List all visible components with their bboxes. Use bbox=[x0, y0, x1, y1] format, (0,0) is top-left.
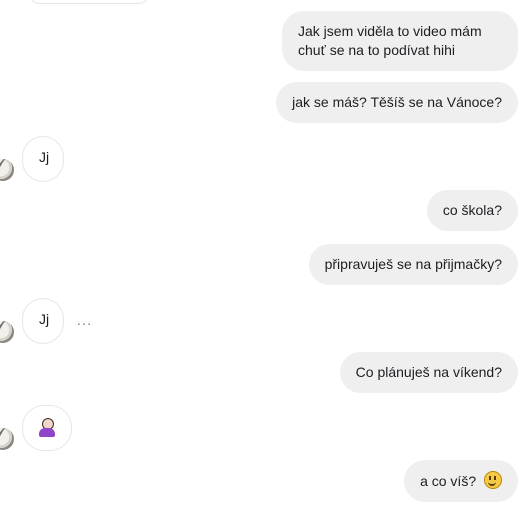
message-incoming[interactable]: Jj bbox=[22, 298, 64, 344]
message-text: Jak jsem viděla to video mám chuť se na … bbox=[298, 23, 482, 58]
message-incoming[interactable]: Jj bbox=[22, 136, 64, 182]
message-text: Jj bbox=[39, 149, 50, 165]
avatar-icon[interactable] bbox=[0, 428, 14, 450]
message-text: co škola? bbox=[442, 202, 502, 218]
more-icon[interactable]: … bbox=[76, 312, 93, 330]
message-outgoing[interactable]: jak se máš? Těšíš se na Vánoce? bbox=[276, 82, 518, 123]
woman-shrugging-emoji-icon bbox=[38, 418, 56, 438]
avatar-icon[interactable] bbox=[0, 321, 14, 343]
message-outgoing[interactable]: a co víš? bbox=[404, 460, 518, 502]
avatar-icon[interactable] bbox=[0, 159, 14, 181]
message-outgoing[interactable]: Co plánuješ na víkend? bbox=[339, 352, 518, 393]
message-text: jak se máš? Těšíš se na Vánoce? bbox=[292, 94, 502, 110]
message-outgoing[interactable]: Jak jsem viděla to video mám chuť se na … bbox=[282, 11, 518, 71]
previous-message-bubble bbox=[28, 0, 150, 4]
smiling-face-emoji-icon bbox=[484, 471, 502, 489]
message-outgoing[interactable]: připravuješ se na přijmačky? bbox=[308, 244, 518, 285]
message-text: Co plánuješ na víkend? bbox=[355, 364, 502, 380]
message-text: připravuješ se na přijmačky? bbox=[324, 256, 502, 272]
message-incoming[interactable] bbox=[22, 405, 72, 451]
message-text: Jj bbox=[39, 311, 50, 327]
message-outgoing[interactable]: co škola? bbox=[426, 190, 518, 231]
message-text: a co víš? bbox=[420, 473, 477, 489]
